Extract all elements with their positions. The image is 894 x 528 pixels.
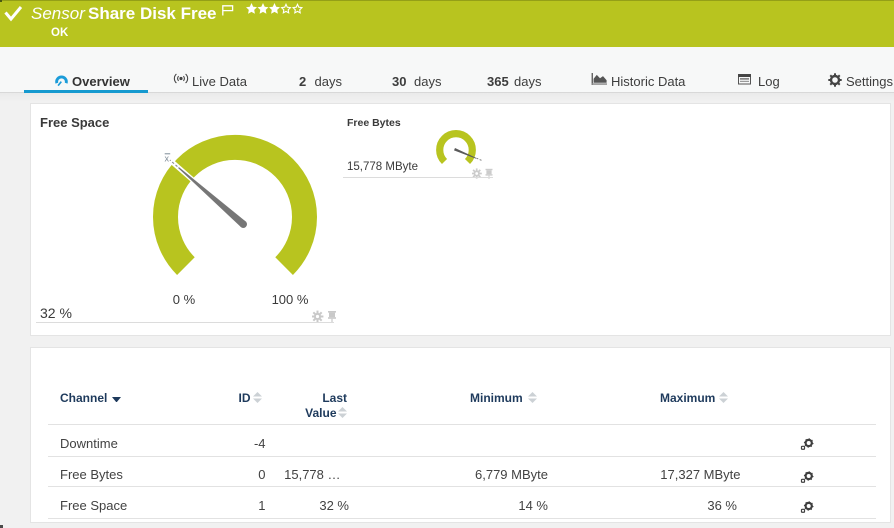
svg-text:x: x (165, 154, 170, 164)
